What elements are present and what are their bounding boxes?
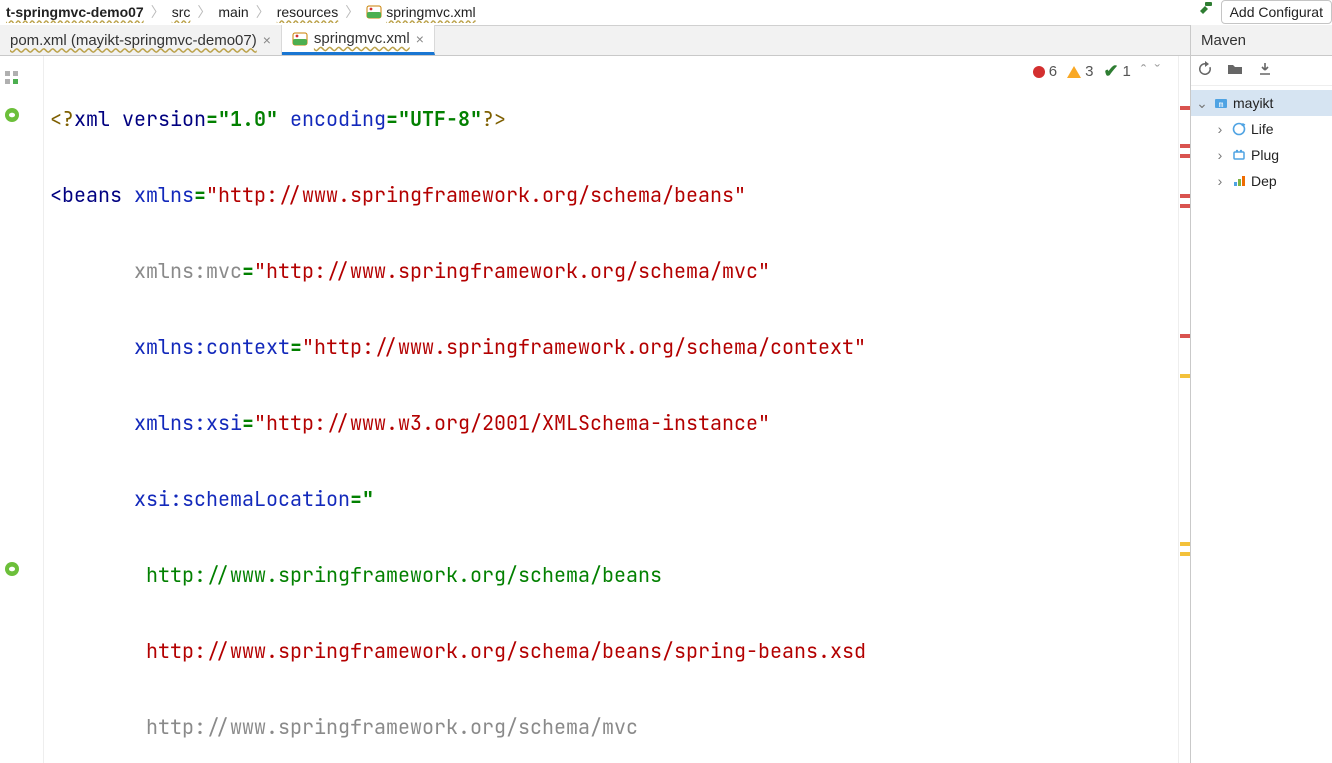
code-line[interactable]: xmlns:context="http://www.springframewor… xyxy=(44,328,1178,366)
dependencies-icon xyxy=(1231,173,1247,189)
chevron-right-icon: 〉 xyxy=(150,2,166,22)
editor-gutter xyxy=(0,56,44,763)
breadcrumb-item-src[interactable]: src xyxy=(168,1,195,23)
maven-dependencies-node[interactable]: › Dep xyxy=(1191,168,1332,194)
code-line[interactable]: http://www.springframework.org/schema/be… xyxy=(44,632,1178,670)
code-editor[interactable]: 6 3 ✔1 ˆ ˇ <?xml version="1.0" encoding=… xyxy=(44,56,1178,763)
breadcrumb-item-main[interactable]: main xyxy=(214,1,252,23)
main-area: 6 3 ✔1 ˆ ˇ <?xml version="1.0" encoding=… xyxy=(0,56,1332,763)
add-configuration-button[interactable]: Add Configurat xyxy=(1221,0,1332,24)
error-mark[interactable] xyxy=(1180,204,1190,208)
code-line[interactable]: http://www.springframework.org/schema/mv… xyxy=(44,708,1178,746)
maven-tree: ⌄ m mayikt › Life › Plug › Dep xyxy=(1191,86,1332,198)
xml-structure-icon[interactable] xyxy=(3,68,21,89)
build-icon[interactable] xyxy=(1197,0,1215,23)
oks-indicator[interactable]: ✔1 xyxy=(1103,61,1130,82)
code-content: <?xml version="1.0" encoding="UTF-8"?> <… xyxy=(44,56,1178,763)
tab-springmvc[interactable]: springmvc.xml × xyxy=(282,25,435,55)
chevron-right-icon: › xyxy=(1213,121,1227,137)
breadcrumb-item-file[interactable]: springmvc.xml xyxy=(362,1,479,23)
maven-plugins-node[interactable]: › Plug xyxy=(1191,142,1332,168)
error-mark[interactable] xyxy=(1180,144,1190,148)
warnings-indicator[interactable]: 3 xyxy=(1067,63,1093,80)
warning-icon xyxy=(1067,66,1081,78)
warning-mark[interactable] xyxy=(1180,374,1190,378)
chevron-right-icon: 〉 xyxy=(344,2,360,22)
maven-panel-title[interactable]: Maven xyxy=(1190,25,1332,55)
error-mark[interactable] xyxy=(1180,154,1190,158)
refresh-icon[interactable] xyxy=(1197,61,1213,80)
tab-pom[interactable]: pom.xml (mayikt-springmvc-demo07) × xyxy=(0,25,282,55)
breadcrumb-item-project[interactable]: t-springmvc-demo07 xyxy=(2,1,148,23)
maven-lifecycle-node[interactable]: › Life xyxy=(1191,116,1332,142)
chevron-right-icon: › xyxy=(1213,147,1227,163)
breadcrumb: t-springmvc-demo07 〉 src 〉 main 〉 resour… xyxy=(0,1,1197,23)
top-row: t-springmvc-demo07 〉 src 〉 main 〉 resour… xyxy=(0,0,1332,26)
xml-file-icon xyxy=(366,4,382,20)
error-stripe[interactable] xyxy=(1178,56,1190,763)
chevron-right-icon: › xyxy=(1213,173,1227,189)
maven-module-icon: m xyxy=(1213,95,1229,111)
svg-text:m: m xyxy=(1219,100,1224,109)
close-icon[interactable]: × xyxy=(263,32,271,48)
expand-collapse-icons[interactable]: ˆ ˇ xyxy=(1141,63,1162,81)
errors-indicator[interactable]: 6 xyxy=(1033,63,1057,80)
code-line[interactable]: xmlns:mvc="http://www.springframework.or… xyxy=(44,252,1178,290)
editor-tabbar: pom.xml (mayikt-springmvc-demo07) × spri… xyxy=(0,26,1332,56)
plugins-icon xyxy=(1231,147,1247,163)
chevron-down-icon: ⌄ xyxy=(1195,95,1209,112)
chevron-right-icon: 〉 xyxy=(196,2,212,22)
folder-icon[interactable] xyxy=(1227,61,1243,80)
inspection-indicators[interactable]: 6 3 ✔1 ˆ ˇ xyxy=(1029,61,1166,82)
code-line[interactable]: <?xml version="1.0" encoding="UTF-8"?> xyxy=(44,100,1178,138)
check-icon: ✔ xyxy=(1103,61,1118,82)
chevron-right-icon: 〉 xyxy=(255,2,271,22)
error-mark[interactable] xyxy=(1180,194,1190,198)
code-line[interactable]: <beans xmlns="http://www.springframework… xyxy=(44,176,1178,214)
code-line[interactable]: xmlns:xsi="http://www.w3.org/2001/XMLSch… xyxy=(44,404,1178,442)
maven-panel: ⌄ m mayikt › Life › Plug › Dep xyxy=(1190,56,1332,763)
error-mark[interactable] xyxy=(1180,334,1190,338)
code-line[interactable]: xsi:schemaLocation=" xyxy=(44,480,1178,518)
maven-project-node[interactable]: ⌄ m mayikt xyxy=(1191,90,1332,116)
lifecycle-icon xyxy=(1231,121,1247,137)
spring-bean-icon[interactable] xyxy=(3,106,21,127)
download-icon[interactable] xyxy=(1257,61,1273,80)
warning-mark[interactable] xyxy=(1180,542,1190,546)
error-mark[interactable] xyxy=(1180,106,1190,110)
code-line[interactable]: http://www.springframework.org/schema/be… xyxy=(44,556,1178,594)
maven-toolbar xyxy=(1191,56,1332,86)
close-icon[interactable]: × xyxy=(416,31,424,47)
error-icon xyxy=(1033,66,1045,78)
spring-bean-icon[interactable] xyxy=(3,560,21,581)
warning-mark[interactable] xyxy=(1180,552,1190,556)
xml-file-icon xyxy=(292,31,308,47)
breadcrumb-item-resources[interactable]: resources xyxy=(273,1,342,23)
